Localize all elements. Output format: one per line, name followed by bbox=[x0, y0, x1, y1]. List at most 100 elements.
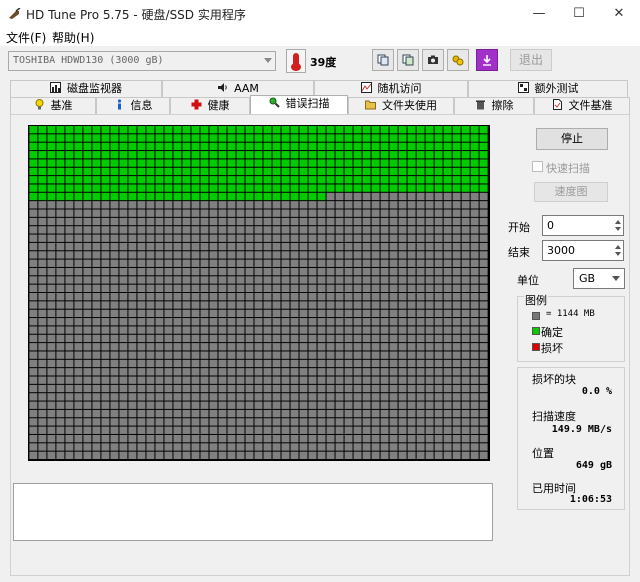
block-pending bbox=[263, 217, 272, 226]
block-pending bbox=[407, 393, 416, 401]
block-pending bbox=[299, 401, 308, 409]
block-pending bbox=[380, 368, 389, 376]
block-pending bbox=[83, 359, 92, 368]
block-pending bbox=[398, 434, 407, 443]
tab-file-benchmark[interactable]: 文件基准 bbox=[534, 97, 630, 114]
spin-up-icon[interactable] bbox=[615, 245, 621, 249]
block-pending bbox=[416, 326, 425, 334]
block-pending bbox=[353, 318, 362, 326]
block-pending bbox=[335, 426, 344, 434]
block-pending bbox=[128, 409, 137, 418]
block-pending bbox=[173, 443, 182, 451]
tab-erase[interactable]: 擦除 bbox=[454, 97, 534, 114]
block-ok bbox=[146, 192, 155, 201]
end-input[interactable]: 3000 bbox=[542, 240, 624, 261]
block-pending bbox=[443, 309, 452, 318]
block-pending bbox=[209, 368, 218, 376]
block-ok bbox=[272, 176, 281, 184]
block-pending bbox=[155, 209, 164, 217]
block-pending bbox=[371, 267, 380, 276]
block-ok bbox=[92, 142, 101, 151]
block-pending bbox=[254, 326, 263, 334]
block-pending bbox=[128, 343, 137, 351]
speed-map-button[interactable]: 速度图 bbox=[534, 182, 608, 202]
spin-up-icon[interactable] bbox=[615, 220, 621, 224]
block-ok bbox=[101, 192, 110, 201]
block-pending bbox=[434, 267, 443, 276]
block-pending bbox=[416, 284, 425, 293]
block-pending bbox=[218, 217, 227, 226]
menu-help[interactable]: 帮助(H) bbox=[52, 29, 94, 46]
block-pending bbox=[434, 276, 443, 284]
block-ok bbox=[227, 151, 236, 159]
block-pending bbox=[101, 359, 110, 368]
block-pending bbox=[101, 418, 110, 426]
exit-button[interactable]: 退出 bbox=[510, 49, 552, 71]
drive-select[interactable]: TOSHIBA HDWD130 (3000 gB) bbox=[8, 51, 276, 71]
block-pending bbox=[317, 242, 326, 251]
block-pending bbox=[245, 393, 254, 401]
menu-file[interactable]: 文件(F) bbox=[6, 29, 46, 46]
block-pending bbox=[371, 351, 380, 359]
quick-scan-checkbox[interactable] bbox=[532, 161, 543, 172]
block-pending bbox=[299, 334, 308, 343]
block-pending bbox=[38, 393, 47, 401]
tab-label: 擦除 bbox=[491, 99, 514, 112]
block-pending bbox=[398, 443, 407, 451]
block-ok bbox=[398, 159, 407, 167]
block-ok bbox=[38, 142, 47, 151]
tab-extra-tests[interactable]: 额外测试 bbox=[468, 80, 628, 97]
block-ok bbox=[164, 159, 173, 167]
tab-health[interactable]: 健康 bbox=[170, 97, 250, 114]
spin-down-icon[interactable] bbox=[615, 252, 621, 256]
block-pending bbox=[47, 234, 56, 242]
block-pending bbox=[200, 343, 209, 351]
block-pending bbox=[200, 434, 209, 443]
block-pending bbox=[470, 434, 479, 443]
block-ok bbox=[128, 167, 137, 176]
block-pending bbox=[425, 384, 434, 393]
block-pending bbox=[254, 234, 263, 242]
block-pending bbox=[182, 293, 191, 301]
block-ok bbox=[254, 184, 263, 192]
block-pending bbox=[407, 267, 416, 276]
block-ok bbox=[146, 142, 155, 151]
block-pending bbox=[119, 351, 128, 359]
copy-all-button[interactable] bbox=[397, 49, 419, 71]
options-button[interactable] bbox=[447, 49, 469, 71]
save-button[interactable] bbox=[476, 49, 498, 71]
close-button[interactable]: ✕ bbox=[596, 0, 640, 28]
block-pending bbox=[65, 234, 74, 242]
block-pending bbox=[92, 443, 101, 451]
block-pending bbox=[335, 301, 344, 309]
block-pending bbox=[182, 434, 191, 443]
block-pending bbox=[236, 401, 245, 409]
block-ok bbox=[344, 151, 353, 159]
tab-folder-usage[interactable]: 文件夹使用 bbox=[348, 97, 454, 114]
block-pending bbox=[83, 418, 92, 426]
copy-info-button[interactable] bbox=[372, 49, 394, 71]
unit-select[interactable]: GB bbox=[573, 268, 625, 289]
screenshot-button[interactable] bbox=[422, 49, 444, 71]
block-pending bbox=[344, 334, 353, 343]
block-pending bbox=[398, 318, 407, 326]
tab-benchmark[interactable]: 基准 bbox=[10, 97, 96, 114]
block-pending bbox=[362, 267, 371, 276]
block-pending bbox=[353, 401, 362, 409]
tab-error-scan[interactable]: 错误扫描 bbox=[250, 95, 348, 114]
block-pending bbox=[101, 343, 110, 351]
tab-disk-monitor[interactable]: 磁盘监视器 bbox=[10, 80, 162, 97]
block-pending bbox=[146, 267, 155, 276]
block-pending bbox=[200, 359, 209, 368]
block-pending bbox=[362, 376, 371, 384]
spin-down-icon[interactable] bbox=[615, 227, 621, 231]
block-pending bbox=[407, 309, 416, 318]
block-ok bbox=[479, 134, 488, 142]
block-pending bbox=[254, 276, 263, 284]
stop-button[interactable]: 停止 bbox=[536, 128, 608, 150]
block-ok bbox=[344, 176, 353, 184]
block-pending bbox=[56, 234, 65, 242]
start-input[interactable]: 0 bbox=[542, 215, 624, 236]
block-pending bbox=[353, 359, 362, 368]
tab-info[interactable]: 信息 bbox=[96, 97, 170, 114]
